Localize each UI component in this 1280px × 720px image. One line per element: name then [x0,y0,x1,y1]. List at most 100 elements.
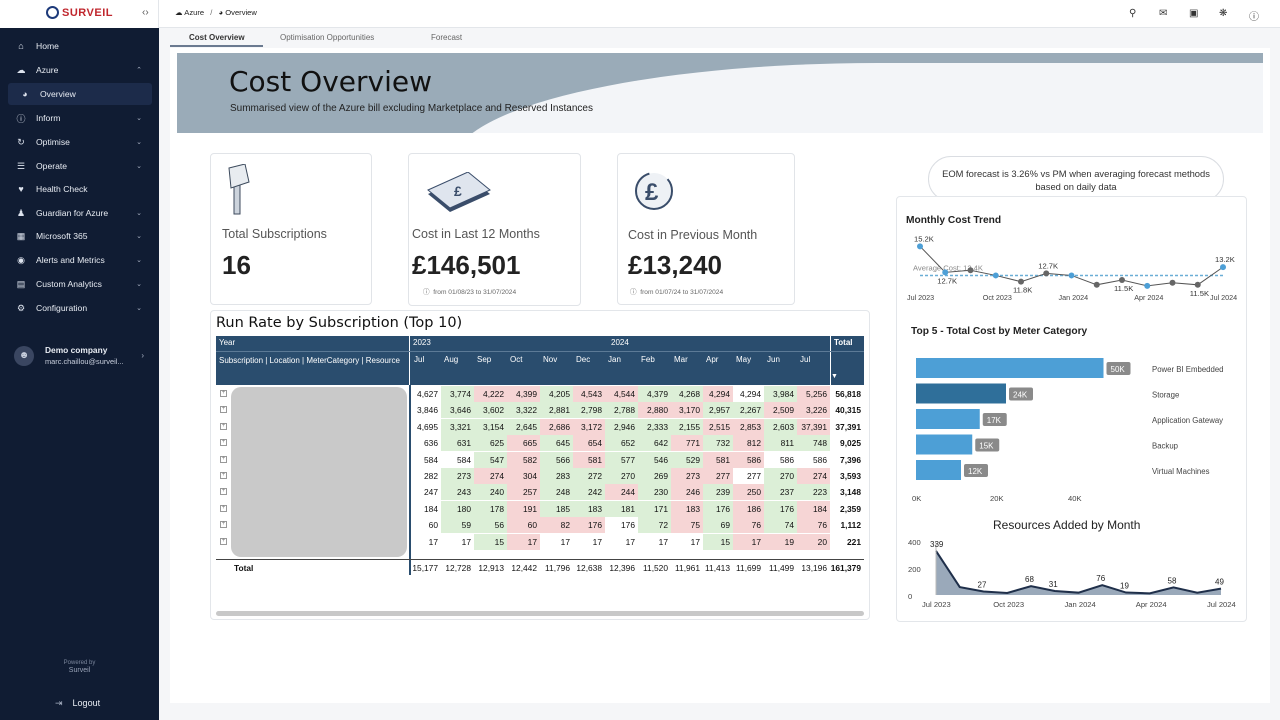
table-cell: 3,172 [573,418,605,435]
bar-value-label: 15K [979,442,994,451]
table-cell: 546 [638,451,671,468]
sidebar-item-home[interactable]: ⌂ Home [8,35,152,57]
expand-row-icon[interactable]: + [220,504,227,512]
chevrons-left-icon[interactable]: ‹› [142,7,149,18]
month-header-2: Sep [477,355,492,364]
sidebar-item-label: Custom Analytics [36,279,102,289]
month-header-9: Apr [706,355,719,364]
table-cell: 636 [424,438,438,449]
sidebar-item-azure[interactable]: ☁ Azure ⌃ [8,59,152,81]
breadcrumb-overview: Overview [225,8,257,17]
expand-row-icon[interactable]: + [220,521,227,529]
x-tick: Oct 2023 [993,600,1024,609]
sort-desc-icon[interactable]: ▼ [831,373,838,380]
table-cell: 3,846 [417,405,438,416]
row-label-divider [409,385,411,575]
bar-category-label: Application Gateway [1152,416,1223,425]
x-tick: 20K [990,494,1004,503]
table-cell: 17 [461,536,471,547]
bar [916,358,1104,378]
logo-bar: SURVEIL ‹› [0,0,159,28]
table-cell: 566 [540,451,573,468]
expand-row-icon[interactable]: + [220,406,227,414]
horizontal-scrollbar[interactable] [216,611,864,616]
chevron-down-icon: ⌄ [136,210,142,217]
expand-row-icon[interactable]: + [220,422,227,430]
run-rate-title: Run Rate by Subscription (Top 10) [216,315,463,331]
search-icon[interactable]: ⚲ [1129,8,1136,19]
total-subscriptions-label: Total Subscriptions [222,227,327,241]
trend-x-tick: Jul 2023 [907,293,934,302]
settings-icon[interactable]: ❋ [1219,8,1227,19]
sidebar-item-overview[interactable]: ◕ Overview [8,83,152,105]
chevron-down-icon: ⌄ [136,281,142,288]
table-cell: 2,686 [540,418,573,435]
table-cell: 3,154 [474,418,507,435]
svg-text:£: £ [645,179,659,206]
expand-row-icon[interactable]: + [220,390,227,397]
total-row-cell: 11,699 [736,563,761,573]
expand-row-icon[interactable]: + [220,455,227,463]
table-cell: 2,603 [764,418,797,435]
user-profile[interactable]: ☻ Demo company marc.chaillou@surveil... … [14,343,154,371]
cost-previous-month-value: £13,240 [628,250,722,280]
expand-row-icon[interactable]: + [220,537,227,545]
tab-cost-overview[interactable]: Cost Overview [189,33,245,42]
help-icon[interactable]: ⓘ [1249,8,1259,23]
month-header-1: Aug [444,355,459,364]
logout-button[interactable]: ⇥ Logout [55,698,100,709]
table-cell: 17 [690,536,700,547]
sidebar-item-custom-analytics[interactable]: ▤ Custom Analytics ⌄ [8,273,152,295]
sidebar-item-configuration[interactable]: ⚙ Configuration ⌄ [8,297,152,319]
table-cell: 176 [764,500,797,517]
month-header-11: Jun [767,355,780,364]
year-label: Year [219,338,236,347]
sidebar-item-microsoft-365[interactable]: ▦ Microsoft 365 ⌄ [8,225,152,247]
surveil-logo[interactable]: SURVEIL [46,6,113,19]
cost-last-12-months-value: £146,501 [412,250,521,280]
expand-row-icon[interactable]: + [220,488,227,496]
tab-optimisation-opportunities[interactable]: Optimisation Opportunities [280,33,374,42]
table-cell: 17 [658,536,668,547]
tab-forecast[interactable]: Forecast [431,33,462,42]
table-cell: 273 [441,468,474,484]
table-cell: 586 [780,454,794,465]
expand-row-icon[interactable]: + [220,472,227,479]
megaphone-icon[interactable]: ✉ [1159,8,1167,19]
key-icon [228,164,250,215]
table-cell: 171 [638,500,671,517]
table-cell: 1,112 [840,520,862,531]
table-cell: 273 [671,468,703,484]
total-row-cell: 11,796 [545,563,570,573]
user-email: marc.chaillou@surveil... [45,357,124,366]
trend-point [1144,282,1151,289]
table-cell: 2,509 [764,402,797,419]
table-cell: 4,399 [507,386,540,402]
resources-added-title: Resources Added by Month [993,518,1141,532]
sidebar-item-health-check[interactable]: ♥ Health Check [8,178,152,200]
table-cell: 9,025 [840,438,861,449]
table-cell: 17 [625,536,635,547]
area-data-label: 49 [1215,578,1224,587]
area-data-label: 19 [1120,582,1129,591]
sidebar-item-inform[interactable]: ⓘ Inform ⌄ [8,107,152,129]
table-cell: 4,627 [417,389,438,399]
table-cell: 184 [424,503,438,514]
table-cell: 2,788 [605,402,638,419]
sidebar-item-optimise[interactable]: ↻ Optimise ⌄ [8,131,152,153]
bar-category-label: Backup [1152,442,1179,451]
expand-row-icon[interactable]: + [220,439,227,447]
table-cell: 584 [424,454,438,465]
sidebar-item-guardian-for-azure[interactable]: ♟ Guardian for Azure ⌄ [8,202,152,224]
sidebar-item-alerts-and-metrics[interactable]: ◉ Alerts and Metrics ⌄ [8,249,152,271]
table-cell: 732 [703,435,733,452]
sidebar-item-operate[interactable]: ☰ Operate ⌄ [8,155,152,177]
table-cell: 584 [457,454,471,465]
y-tick: 0 [908,592,912,601]
cost-last-12-months-date-text: from 01/08/23 to 31/07/2024 [433,289,517,296]
breadcrumb-azure[interactable]: Azure [184,8,204,17]
table-cell: 642 [638,435,671,452]
table-cell: 60 [428,520,438,531]
chat-icon[interactable]: ▣ [1189,8,1198,19]
trend-data-label: 11.8K [1013,286,1032,295]
